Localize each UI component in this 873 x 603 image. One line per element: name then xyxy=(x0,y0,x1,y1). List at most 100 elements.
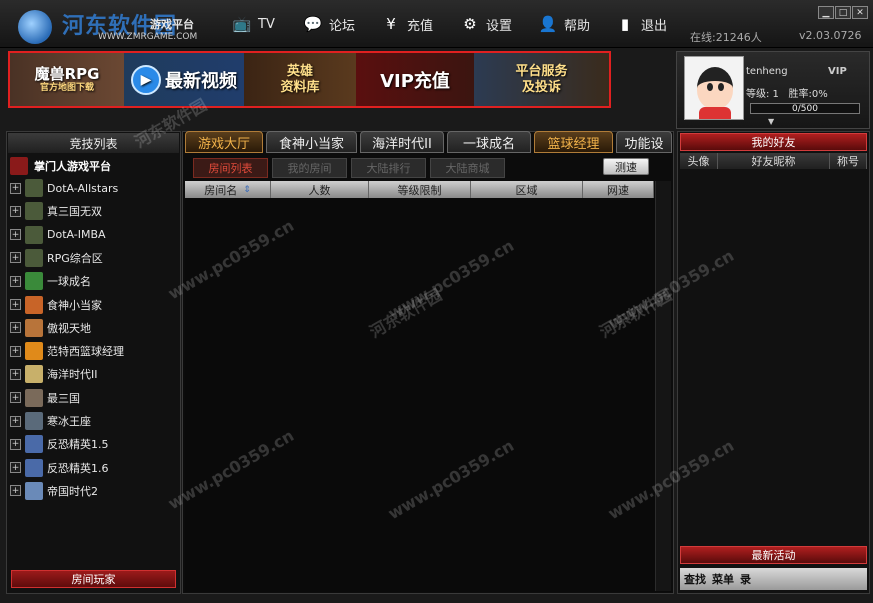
banner-rpg-sub: 官方地图下载 xyxy=(39,83,94,94)
banner-vip[interactable]: VIP充值 xyxy=(356,53,474,106)
expand-icon[interactable]: + xyxy=(10,182,21,194)
tab-ocean-age[interactable]: 海洋时代II xyxy=(360,131,444,153)
tab-basketball[interactable]: 篮球经理 xyxy=(534,131,613,153)
game-icon xyxy=(25,481,43,500)
user-winrate: 胜率:0% xyxy=(788,89,828,100)
room-players-button[interactable]: 房间玩家 xyxy=(11,570,176,588)
expand-icon[interactable]: + xyxy=(10,205,21,217)
vip-badge: VIP xyxy=(828,66,847,77)
subtab-shop[interactable]: 大陆商城 xyxy=(430,158,505,178)
col-speed[interactable]: 网速 xyxy=(583,181,654,198)
tab-game-hall[interactable]: 游戏大厅 xyxy=(185,131,263,153)
col-players[interactable]: 人数 xyxy=(271,181,369,198)
close-button[interactable]: ✕ xyxy=(852,6,868,19)
yen-icon: ¥ xyxy=(386,15,396,33)
col-nickname[interactable]: 好友昵称 xyxy=(718,153,830,169)
banner-video[interactable]: ▶ 最新视频 xyxy=(124,53,244,106)
tab-features[interactable]: 功能设 xyxy=(616,131,672,153)
game-list-item-label: 反恐精英1.6 xyxy=(47,461,109,475)
game-icon xyxy=(25,388,43,407)
banner-service-line2: 及投诉 xyxy=(521,79,561,95)
game-list-item[interactable]: + 食神小当家 xyxy=(10,295,102,315)
game-list-item[interactable]: + 反恐精英1.5 xyxy=(10,434,109,454)
minimize-button[interactable]: ▁ xyxy=(818,6,834,19)
col-region[interactable]: 区域 xyxy=(471,181,583,198)
game-icon xyxy=(25,295,43,314)
expand-icon[interactable]: + xyxy=(10,299,21,310)
gear-icon: ⚙ xyxy=(463,15,477,33)
user-dropdown-icon[interactable]: ▼ xyxy=(768,117,774,126)
menu-forum-button[interactable]: 💬 论坛 xyxy=(303,12,355,36)
avatar[interactable] xyxy=(684,56,744,120)
game-list-item[interactable]: + RPG综合区 xyxy=(10,248,103,268)
maximize-button[interactable]: □ xyxy=(835,6,851,19)
menu-exit-button[interactable]: ▮ 退出 xyxy=(615,12,667,36)
col-title[interactable]: 称号 xyxy=(830,153,867,169)
expand-icon[interactable]: + xyxy=(10,392,21,404)
subtab-room-list[interactable]: 房间列表 xyxy=(193,158,268,178)
game-list-item[interactable]: + DotA-IMBA xyxy=(10,225,106,245)
game-list-item[interactable]: + 范特西篮球经理 xyxy=(10,341,124,361)
game-list-item[interactable]: + 反恐精英1.6 xyxy=(10,458,109,478)
menu-tv-button[interactable]: 📺 TV xyxy=(232,12,275,36)
banner-service[interactable]: 平台服务 及投诉 xyxy=(474,53,609,106)
game-list-item[interactable]: + 帝国时代2 xyxy=(10,481,98,501)
menu-recharge-button[interactable]: ¥ 充值 xyxy=(381,12,433,36)
room-table-scrollbar[interactable] xyxy=(655,181,671,591)
logo-url: WWW.ZMRGAME.COM xyxy=(98,32,198,42)
online-count: 在线:21246人 xyxy=(690,31,762,44)
game-icon xyxy=(25,412,43,430)
sort-icon: ⇕ xyxy=(243,184,251,195)
game-list-item[interactable]: + 寒冰王座 xyxy=(10,411,91,431)
expand-icon[interactable]: + xyxy=(10,252,21,264)
expand-icon[interactable]: + xyxy=(10,322,21,334)
game-list-item-label: 傲视天地 xyxy=(47,321,91,335)
game-list-item-label: 海洋时代II xyxy=(47,368,98,382)
game-list-item[interactable]: + DotA-Allstars xyxy=(10,178,118,198)
room-table-body xyxy=(185,198,671,592)
menu-button[interactable]: 菜单 xyxy=(712,571,734,587)
platform-title[interactable]: 掌门人游戏平台 xyxy=(10,156,111,176)
game-icon xyxy=(25,248,43,267)
subtab-my-room[interactable]: 我的房间 xyxy=(272,158,347,178)
subtab-ranking[interactable]: 大陆排行 xyxy=(351,158,426,178)
game-list-item-label: 帝国时代2 xyxy=(47,484,98,498)
latest-activity-button[interactable]: 最新活动 xyxy=(680,546,867,564)
banner-hero-db[interactable]: 英雄 资料库 xyxy=(244,53,356,106)
tab-football[interactable]: 一球成名 xyxy=(447,131,531,153)
username: tenheng xyxy=(746,66,788,77)
game-icon xyxy=(25,365,43,384)
expand-icon[interactable]: + xyxy=(10,462,21,474)
friends-toolbar: 查找 菜单 录 xyxy=(680,568,867,590)
user-level: 等级: 1 xyxy=(746,89,779,100)
expand-icon[interactable]: + xyxy=(10,229,21,241)
expand-icon[interactable]: + xyxy=(10,485,21,497)
speedtest-button[interactable]: 测速 xyxy=(603,158,649,175)
expand-icon[interactable]: + xyxy=(10,275,21,287)
game-list-item[interactable]: + 一球成名 xyxy=(10,271,91,291)
col-room-name[interactable]: 房间名 ⇕ xyxy=(185,181,271,198)
col-level-limit[interactable]: 等级限制 xyxy=(369,181,471,198)
demon-icon xyxy=(10,157,28,175)
expand-icon[interactable]: + xyxy=(10,368,21,380)
banner-rpg[interactable]: 魔兽RPG 官方地图下载 xyxy=(10,53,124,106)
menu-settings-button[interactable]: ⚙ 设置 xyxy=(460,12,512,36)
menu-recharge-label: 充值 xyxy=(407,18,434,34)
game-list-item[interactable]: + 最三国 xyxy=(10,388,80,408)
game-list-item[interactable]: + 真三国无双 xyxy=(10,201,102,221)
expand-icon[interactable]: + xyxy=(10,438,21,450)
expand-icon[interactable]: + xyxy=(10,345,21,357)
game-list-item-label: DotA-IMBA xyxy=(47,228,106,242)
game-list-item[interactable]: + 海洋时代II xyxy=(10,364,98,384)
game-list-item[interactable]: + 傲视天地 xyxy=(10,318,91,338)
find-button[interactable]: 查找 xyxy=(684,571,706,587)
record-button[interactable]: 录 xyxy=(740,571,751,587)
expand-icon[interactable]: + xyxy=(10,415,21,427)
level-row: 等级: 1 胜率:0% xyxy=(746,85,828,100)
game-list-item-label: 食神小当家 xyxy=(47,298,102,312)
banner-hero-line2: 资料库 xyxy=(280,79,320,95)
game-icon xyxy=(25,342,43,361)
col-avatar[interactable]: 头像 xyxy=(680,153,718,169)
tab-chef[interactable]: 食神小当家 xyxy=(266,131,357,153)
menu-help-button[interactable]: 👤 帮助 xyxy=(538,12,590,36)
